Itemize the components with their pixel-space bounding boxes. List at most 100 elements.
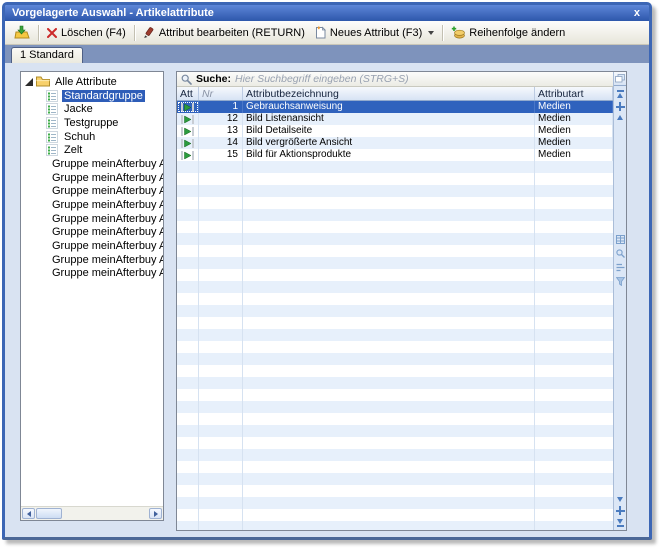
tree-item[interactable]: Gruppe meinAfterbuy ART00078	[21, 212, 163, 226]
tree-root-all-attributes[interactable]: Alle Attribute	[21, 75, 163, 89]
nr-cell: 14	[199, 137, 243, 149]
close-button[interactable]: x	[632, 7, 642, 19]
attribute-type-cell	[177, 113, 199, 125]
tree-item-label: Schuh	[62, 131, 97, 143]
arrow-left-icon	[27, 511, 31, 517]
tree-item-label: Gruppe meinAfterbuy ART00079	[50, 226, 163, 238]
tree-item-label: Gruppe meinAfterbuy ART00073	[50, 158, 163, 170]
rail-tools	[616, 235, 625, 286]
column-header-attributart[interactable]: Attributart	[535, 87, 613, 100]
new-attribute-dropdown-icon[interactable]	[428, 31, 434, 35]
new-attribute-button[interactable]: Neues Attribut (F3)	[310, 24, 439, 41]
grid-search-bar[interactable]: Suche: Hier Suchbegriff eingeben (STRG+S…	[177, 72, 613, 87]
reorder-icon	[451, 26, 465, 39]
tree-item[interactable]: Testgruppe	[21, 116, 163, 130]
table-row[interactable]: 15 Bild für Aktionsprodukte Medien	[177, 149, 613, 161]
grid-empty-area	[177, 161, 613, 530]
scroll-left-button[interactable]	[22, 508, 35, 519]
tree-item[interactable]: Gruppe meinAfterbuy ART00080	[21, 239, 163, 253]
attributart-cell: Medien	[535, 149, 613, 161]
nr-cell: 1	[199, 101, 243, 113]
tree-horizontal-scrollbar[interactable]	[21, 506, 163, 520]
column-header-nr[interactable]: Nr	[199, 87, 243, 100]
tab-strip: 1 Standard	[5, 45, 649, 63]
attributart-cell: Medien	[535, 101, 613, 113]
expander-triangle-icon[interactable]	[25, 78, 33, 86]
tree-item-label: Gruppe meinAfterbuy ART00075	[50, 185, 163, 197]
filter-icon[interactable]	[616, 277, 625, 286]
delete-x-icon	[47, 28, 57, 38]
attribute-group-tree-panel: Alle Attribute Standardgruppe Jacke Test…	[20, 71, 164, 521]
tree-item-label: Jacke	[62, 103, 95, 115]
tree-item[interactable]: Gruppe meinAfterbuy ART00074	[21, 171, 163, 185]
tree-item[interactable]: Schuh	[21, 130, 163, 144]
rail-header	[614, 72, 626, 86]
dialog-window: Vorgelagerte Auswahl - Artikelattribute …	[2, 2, 652, 540]
toolbar-separator	[38, 25, 39, 41]
edit-pen-icon	[143, 27, 155, 39]
table-row[interactable]: 1 Gebrauchsanweisung Medien	[177, 101, 613, 113]
scroll-bottom-icon[interactable]	[617, 519, 624, 527]
attributbezeichnung-cell: Gebrauchsanweisung	[243, 101, 535, 113]
grid-view-icon[interactable]	[616, 235, 625, 244]
tree-item[interactable]: Jacke	[21, 102, 163, 116]
tree-item[interactable]: Gruppe meinAfterbuy ART00076	[21, 198, 163, 212]
delete-button[interactable]: Löschen (F4)	[42, 25, 131, 41]
tree-item[interactable]: Zelt	[21, 143, 163, 157]
reorder-button[interactable]: Reihenfolge ändern	[446, 24, 570, 41]
attribute-type-cell	[177, 137, 199, 149]
scroll-top-icon[interactable]	[617, 90, 624, 98]
attribute-list-icon	[46, 103, 58, 115]
scroll-down-icon[interactable]	[617, 497, 623, 502]
tree-item[interactable]: Gruppe meinAfterbuy ART00081	[21, 253, 163, 267]
attribute-grid: Suche: Hier Suchbegriff eingeben (STRG+S…	[177, 72, 613, 530]
tree-item[interactable]: Standardgruppe	[21, 89, 163, 103]
tree-item[interactable]: Gruppe meinAfterbuy ART00073	[21, 157, 163, 171]
tree-item[interactable]: Gruppe meinAfterbuy ART00082	[21, 267, 163, 281]
reorder-label: Reihenfolge ändern	[469, 27, 565, 39]
plus-icon[interactable]	[616, 102, 625, 111]
scroll-up-icon[interactable]	[617, 115, 623, 120]
tree-item-label: Gruppe meinAfterbuy ART00076	[50, 199, 163, 211]
grid-data-rows: 1 Gebrauchsanweisung Medien 12 Bild List…	[177, 101, 613, 161]
attributart-cell: Medien	[535, 137, 613, 149]
tree-item-label: Zelt	[62, 144, 84, 156]
media-attribute-icon	[181, 115, 194, 124]
arrow-right-icon	[154, 511, 158, 517]
tab-standard[interactable]: 1 Standard	[11, 47, 83, 63]
table-row[interactable]: 13 Bild Detailseite Medien	[177, 125, 613, 137]
new-attribute-label: Neues Attribut (F3)	[330, 27, 422, 39]
attribute-grid-panel: Suche: Hier Suchbegriff eingeben (STRG+S…	[176, 71, 627, 531]
search-input[interactable]: Hier Suchbegriff eingeben (STRG+S)	[235, 73, 409, 85]
tree-item[interactable]: Gruppe meinAfterbuy ART00075	[21, 185, 163, 199]
edit-attribute-button[interactable]: Attribut bearbeiten (RETURN)	[138, 25, 310, 41]
column-header-attributbezeichnung[interactable]: Attributbezeichnung	[243, 87, 535, 100]
delete-button-label: Löschen (F4)	[61, 27, 126, 39]
attribute-list-icon	[46, 131, 58, 143]
search-magnifier-icon	[181, 74, 192, 85]
tree-item-label: Gruppe meinAfterbuy ART00082	[50, 267, 163, 279]
search-label: Suche:	[196, 73, 231, 85]
attributbezeichnung-cell: Bild vergrößerte Ansicht	[243, 137, 535, 149]
apply-button[interactable]	[9, 23, 35, 42]
attribute-type-cell	[177, 101, 199, 113]
attribute-list-icon	[46, 90, 58, 102]
tree-body: Alle Attribute Standardgruppe Jacke Test…	[21, 72, 163, 506]
table-row[interactable]: 14 Bild vergrößerte Ansicht Medien	[177, 137, 613, 149]
scroll-right-button[interactable]	[149, 508, 162, 519]
column-chooser-icon[interactable]	[615, 74, 625, 83]
title-bar[interactable]: Vorgelagerte Auswahl - Artikelattribute …	[5, 5, 649, 21]
magnifier-icon[interactable]	[616, 249, 625, 258]
tree-root-label: Alle Attribute	[53, 76, 119, 88]
column-header-att[interactable]: Att	[177, 87, 199, 100]
media-attribute-icon	[181, 103, 194, 112]
sort-icon[interactable]	[616, 263, 625, 272]
plus-icon[interactable]	[616, 506, 625, 515]
tree-items: Standardgruppe Jacke Testgruppe Schuh Ze…	[21, 89, 163, 281]
window-title: Vorgelagerte Auswahl - Artikelattribute	[12, 7, 214, 19]
grid-rows: 1 Gebrauchsanweisung Medien 12 Bild List…	[177, 101, 613, 530]
table-row[interactable]: 12 Bild Listenansicht Medien	[177, 113, 613, 125]
tree-item-label: Testgruppe	[62, 117, 120, 129]
scrollbar-thumb[interactable]	[36, 508, 62, 519]
tree-item[interactable]: Gruppe meinAfterbuy ART00079	[21, 226, 163, 240]
